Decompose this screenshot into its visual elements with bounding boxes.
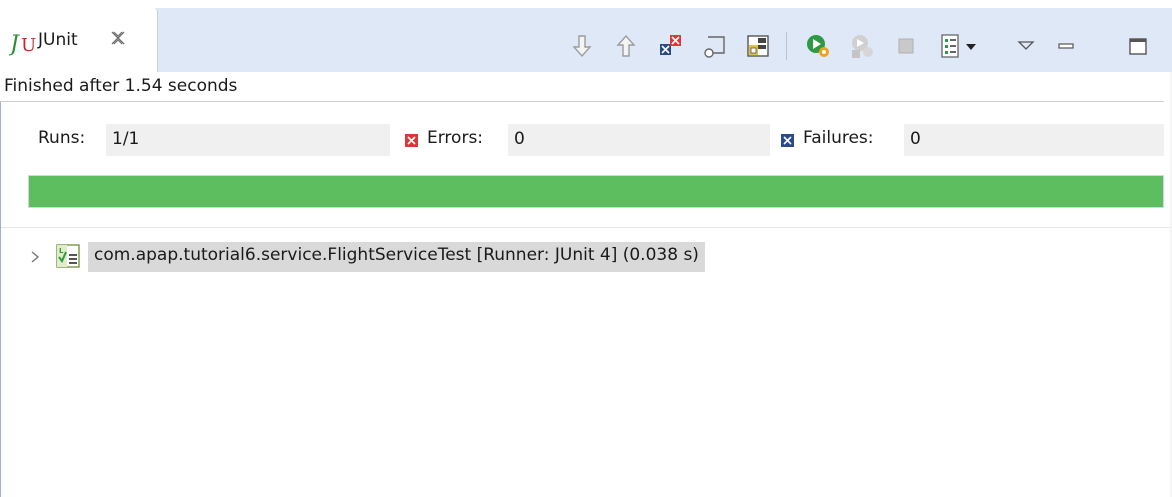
errors-label: Errors: (427, 128, 484, 148)
junit-icon: J U (6, 27, 37, 57)
error-icon (405, 132, 418, 147)
rerun-test-icon[interactable] (804, 32, 832, 60)
tab-label: JUnit (38, 30, 78, 50)
failures-label: Failures: (803, 128, 874, 148)
show-failures-only-icon[interactable] (656, 32, 684, 60)
runs-counter: Runs: 1/1 (0, 118, 390, 158)
tree-item-label: com.apap.tutorial6.service.FlightService… (88, 242, 705, 272)
scroll-lock-icon[interactable] (700, 32, 728, 60)
test-run-history-icon[interactable] (936, 32, 964, 60)
svg-text:L: L (59, 247, 64, 255)
svg-text:J: J (9, 32, 20, 57)
close-icon[interactable] (109, 29, 127, 47)
left-border (0, 102, 1, 497)
progress-fill (29, 176, 1163, 207)
progress-bar (28, 175, 1164, 208)
failures-counter: Failures: 0 (780, 118, 1164, 158)
errors-counter: Errors: 0 (400, 118, 770, 158)
view-tabbar: J U JUnit (0, 8, 1172, 74)
next-failure-icon[interactable] (568, 32, 596, 60)
view-menu-icon[interactable] (1012, 32, 1040, 60)
failure-icon (781, 132, 794, 147)
rerun-failed-first-icon[interactable] (848, 32, 876, 60)
svg-text:U: U (21, 35, 36, 56)
minimize-icon[interactable] (1052, 32, 1080, 60)
errors-value: 0 (508, 124, 770, 156)
runs-value: 1/1 (106, 124, 390, 156)
maximize-icon[interactable] (1124, 32, 1152, 60)
toolbar-separator (786, 32, 787, 60)
status-bar: Finished after 1.54 seconds (0, 72, 1172, 102)
counters-row: Runs: 1/1 Errors: 0 Failures: 0 (0, 118, 1172, 158)
history-dropdown-icon[interactable] (962, 32, 982, 60)
show-skipped-icon[interactable] (744, 32, 772, 60)
runs-label: Runs: (38, 128, 86, 148)
status-divider (0, 101, 1164, 102)
status-text: Finished after 1.54 seconds (4, 76, 238, 96)
top-gap (0, 0, 1172, 8)
failures-value: 0 (904, 124, 1164, 156)
chevron-right-icon[interactable] (28, 249, 42, 263)
stop-icon[interactable] (892, 32, 920, 60)
previous-failure-icon[interactable] (612, 32, 640, 60)
tree-divider (0, 227, 1172, 228)
tab-junit[interactable]: J U JUnit (0, 8, 158, 74)
test-suite-success-icon: L (56, 243, 82, 269)
